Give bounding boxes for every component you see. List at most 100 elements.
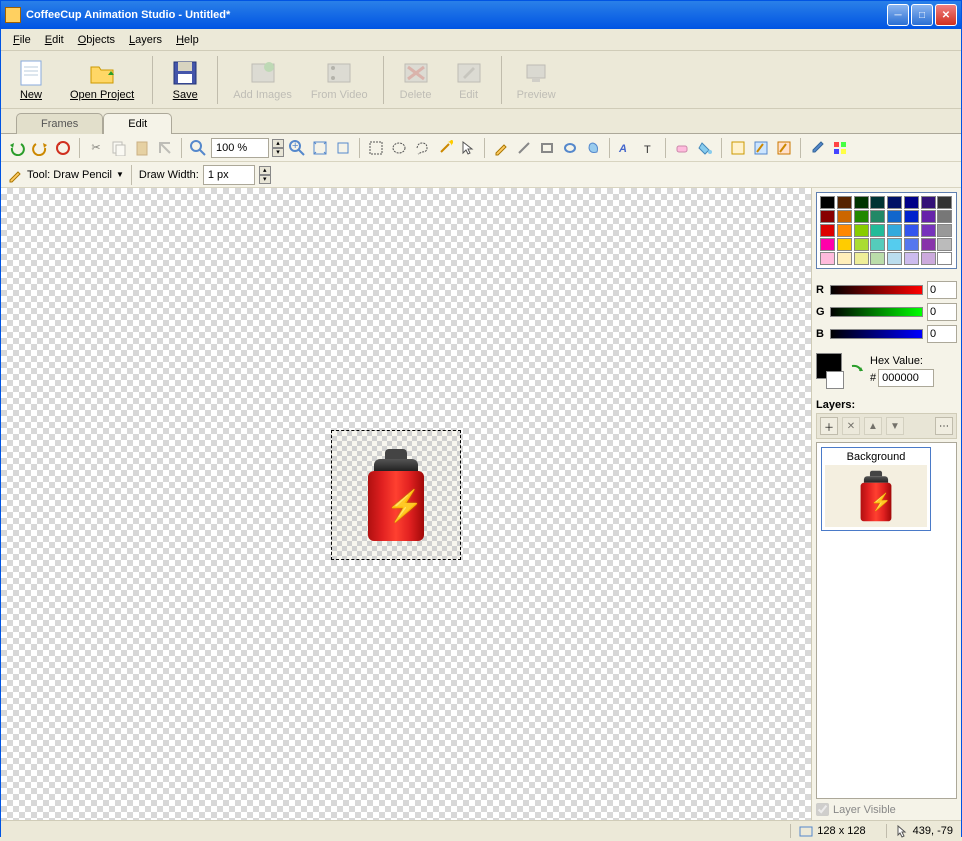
color-swatch[interactable]	[870, 224, 885, 237]
fit-button[interactable]	[310, 138, 330, 158]
width-down[interactable]: ▾	[259, 175, 271, 184]
effects3-button[interactable]	[774, 138, 794, 158]
color-swatch[interactable]	[854, 238, 869, 251]
color-swatch[interactable]	[820, 196, 835, 209]
menu-objects[interactable]: Objects	[71, 32, 122, 48]
color-swatch[interactable]	[870, 238, 885, 251]
color-swatch[interactable]	[921, 252, 936, 265]
revert-button[interactable]	[53, 138, 73, 158]
color-swatch[interactable]	[837, 224, 852, 237]
preview-button[interactable]: Preview	[509, 54, 564, 106]
pencil-button[interactable]	[491, 138, 511, 158]
color-swatch[interactable]	[887, 252, 902, 265]
layer-up-button[interactable]: ▲	[864, 417, 882, 435]
open-project-button[interactable]: Open Project	[62, 54, 142, 106]
canvas[interactable]: ⚡	[1, 188, 811, 820]
color-swatch[interactable]	[837, 210, 852, 223]
b-input[interactable]	[927, 325, 957, 343]
cut-button[interactable]: ✂	[86, 138, 106, 158]
effects1-button[interactable]	[728, 138, 748, 158]
color-swatch[interactable]	[854, 210, 869, 223]
edit-button[interactable]: Edit	[444, 54, 494, 106]
color-swatch[interactable]	[921, 196, 936, 209]
color-grid-button[interactable]	[830, 138, 850, 158]
menu-file[interactable]: File	[6, 32, 38, 48]
zoom-button[interactable]	[188, 138, 208, 158]
color-swatch[interactable]	[820, 252, 835, 265]
lasso-button[interactable]	[412, 138, 432, 158]
b-slider[interactable]	[830, 329, 923, 339]
color-swatch[interactable]	[937, 224, 952, 237]
tab-frames[interactable]: Frames	[16, 113, 103, 134]
color-swatch[interactable]	[837, 238, 852, 251]
menu-help[interactable]: Help	[169, 32, 206, 48]
tool-dropdown[interactable]: ▼	[116, 170, 124, 179]
r-slider[interactable]	[830, 285, 923, 295]
pointer-button[interactable]	[458, 138, 478, 158]
color-swatch[interactable]	[854, 196, 869, 209]
color-swatch[interactable]	[937, 210, 952, 223]
draw-width-input[interactable]	[203, 165, 255, 185]
eraser-button[interactable]	[672, 138, 692, 158]
rect-button[interactable]	[537, 138, 557, 158]
color-swatch[interactable]	[904, 238, 919, 251]
redo-button[interactable]	[30, 138, 50, 158]
text-button[interactable]: T	[639, 138, 659, 158]
color-swatch[interactable]	[837, 196, 852, 209]
layer-background[interactable]: Background ⚡	[821, 447, 931, 531]
color-swatch[interactable]	[887, 210, 902, 223]
actual-size-button[interactable]	[333, 138, 353, 158]
layer-props-button[interactable]: ⋯	[935, 417, 953, 435]
color-swatch[interactable]	[820, 224, 835, 237]
secondary-color-swatch[interactable]	[826, 371, 844, 389]
color-swatch[interactable]	[854, 224, 869, 237]
color-swatch[interactable]	[904, 224, 919, 237]
swap-colors-icon[interactable]	[849, 363, 865, 379]
color-swatch[interactable]	[820, 210, 835, 223]
color-swatch[interactable]	[904, 252, 919, 265]
add-images-button[interactable]: Add Images	[225, 54, 300, 106]
color-swatch[interactable]	[921, 224, 936, 237]
hex-input[interactable]	[878, 369, 934, 387]
color-swatch[interactable]	[937, 196, 952, 209]
save-button[interactable]: Save	[160, 54, 210, 106]
from-video-button[interactable]: From Video	[303, 54, 376, 106]
color-swatch[interactable]	[870, 210, 885, 223]
line-button[interactable]	[514, 138, 534, 158]
crop-button[interactable]	[155, 138, 175, 158]
color-swatch[interactable]	[820, 238, 835, 251]
menu-edit[interactable]: Edit	[38, 32, 71, 48]
color-swatch[interactable]	[921, 210, 936, 223]
tab-edit[interactable]: Edit	[103, 113, 172, 134]
text-art-button[interactable]: A	[616, 138, 636, 158]
color-swatch[interactable]	[937, 252, 952, 265]
color-swatch[interactable]	[837, 252, 852, 265]
shape-button[interactable]	[583, 138, 603, 158]
delete-layer-button[interactable]: ✕	[842, 417, 860, 435]
ellipse-button[interactable]	[560, 138, 580, 158]
color-swatch[interactable]	[921, 238, 936, 251]
tool-label[interactable]: Tool: Draw Pencil	[27, 169, 112, 181]
zoom-up[interactable]: ▴	[272, 139, 284, 148]
color-swatch[interactable]	[854, 252, 869, 265]
r-input[interactable]	[927, 281, 957, 299]
copy-button[interactable]	[109, 138, 129, 158]
wand-button[interactable]: ✦	[435, 138, 455, 158]
bucket-button[interactable]	[695, 138, 715, 158]
zoom-in-button[interactable]: +	[287, 138, 307, 158]
maximize-button[interactable]: □	[911, 4, 933, 26]
undo-button[interactable]	[7, 138, 27, 158]
layer-down-button[interactable]: ▼	[886, 417, 904, 435]
width-up[interactable]: ▴	[259, 166, 271, 175]
color-swatch[interactable]	[904, 196, 919, 209]
color-swatch[interactable]	[870, 252, 885, 265]
color-swatch[interactable]	[887, 238, 902, 251]
eyedropper-button[interactable]	[807, 138, 827, 158]
close-button[interactable]: ✕	[935, 4, 957, 26]
select-ellipse-button[interactable]	[389, 138, 409, 158]
color-swatch[interactable]	[904, 210, 919, 223]
select-rect-button[interactable]	[366, 138, 386, 158]
g-input[interactable]	[927, 303, 957, 321]
zoom-input[interactable]	[211, 138, 269, 158]
delete-button[interactable]: Delete	[391, 54, 441, 106]
